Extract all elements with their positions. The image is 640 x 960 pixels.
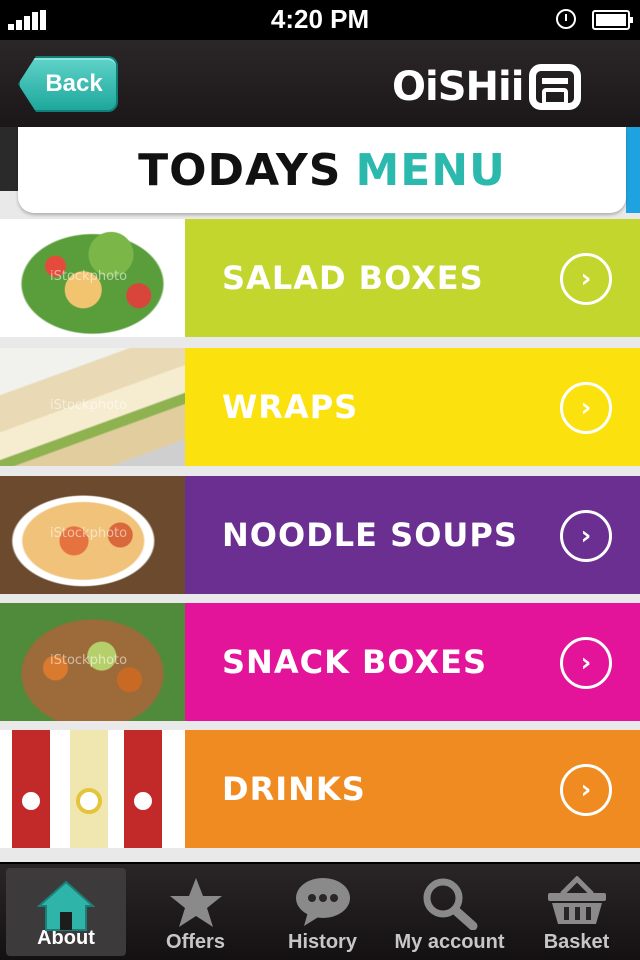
menu-item-label: SALAD BOXES — [222, 259, 484, 297]
menu-item-label: SNACK BOXES — [222, 643, 488, 681]
salad-thumbnail: iStockphoto — [0, 219, 185, 337]
logo-text: OiSHii — [392, 64, 524, 110]
thumb-watermark: iStockphoto — [50, 526, 128, 541]
menu-panel[interactable]: SNACK BOXES › — [185, 603, 640, 721]
back-button[interactable]: Back — [18, 56, 118, 112]
menu-item-label: NOODLE SOUPS — [222, 516, 518, 554]
oishii-logo: OiSHii — [392, 64, 612, 110]
tab-label: Offers — [166, 931, 225, 953]
status-time: 4:20 PM — [270, 4, 370, 34]
chevron-right-icon[interactable]: › — [560, 764, 612, 816]
bento-box-icon — [529, 64, 582, 110]
menu-item-noodle-soups[interactable]: iStockphoto NOODLE SOUPS › — [0, 476, 640, 594]
tab-bar: About Offers History My account Basket — [0, 862, 640, 960]
page-title: TODAYS MENU — [138, 145, 506, 196]
menu-panel[interactable]: DRINKS › — [185, 730, 640, 848]
chat-bubble-icon — [295, 878, 350, 926]
title-banner: TODAYS MENU — [0, 127, 640, 217]
tab-history[interactable]: History — [259, 864, 386, 960]
menu-item-label: DRINKS — [222, 770, 366, 808]
page-title-part1: TODAYS — [138, 144, 342, 196]
thumb-watermark: iStockphoto — [50, 269, 128, 284]
tab-basket[interactable]: Basket — [513, 864, 640, 960]
home-icon — [37, 880, 95, 931]
menu-panel[interactable]: WRAPS › — [185, 348, 640, 466]
thumb-watermark: iStockphoto — [50, 398, 128, 413]
tab-label: Basket — [543, 931, 610, 953]
tab-my-account[interactable]: My account — [386, 864, 513, 960]
menu-item-label: WRAPS — [222, 388, 359, 426]
basket-icon — [547, 876, 606, 924]
search-icon — [423, 878, 477, 930]
alarm-clock-icon — [556, 9, 576, 29]
noodle-soup-thumbnail: iStockphoto — [0, 476, 185, 594]
app-header: Back OiSHii — [0, 40, 640, 130]
menu-panel[interactable]: NOODLE SOUPS › — [185, 476, 640, 594]
chevron-right-icon[interactable]: › — [560, 253, 612, 305]
tab-offers[interactable]: Offers — [132, 864, 259, 960]
star-icon — [169, 878, 222, 927]
tab-about[interactable]: About — [6, 868, 126, 956]
chevron-right-icon[interactable]: › — [560, 510, 612, 562]
menu-item-wraps[interactable]: iStockphoto WRAPS › — [0, 348, 640, 466]
battery-icon — [592, 10, 633, 30]
tab-label: My account — [394, 931, 505, 953]
tab-label: History — [288, 931, 357, 953]
status-bar: 4:20 PM — [0, 0, 640, 40]
chevron-right-icon[interactable]: › — [560, 637, 612, 689]
thumb-watermark: iStockphoto — [50, 653, 128, 668]
menu-item-salad-boxes[interactable]: iStockphoto SALAD BOXES › — [0, 219, 640, 337]
menu-item-drinks[interactable]: DRINKS › — [0, 730, 640, 848]
snack-box-thumbnail: iStockphoto — [0, 603, 185, 721]
menu-item-snack-boxes[interactable]: iStockphoto SNACK BOXES › — [0, 603, 640, 721]
drinks-thumbnail — [0, 730, 185, 848]
chevron-right-icon[interactable]: › — [560, 382, 612, 434]
title-card: TODAYS MENU — [18, 127, 626, 213]
wraps-thumbnail: iStockphoto — [0, 348, 185, 466]
page-title-part2: MENU — [355, 144, 506, 196]
menu-panel[interactable]: SALAD BOXES › — [185, 219, 640, 337]
